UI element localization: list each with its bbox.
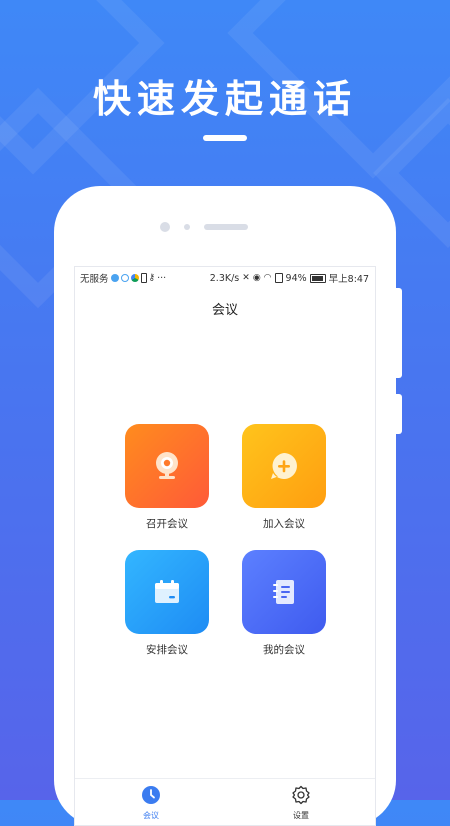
calendar-icon (155, 580, 179, 603)
battery-percent-text: 94% (285, 272, 307, 284)
app-notification-icon (110, 274, 119, 282)
join-meeting-tile[interactable]: 加入会议 (242, 424, 326, 531)
sim-icon (274, 273, 283, 283)
notebook-icon (273, 580, 294, 604)
mute-icon: ✕ (242, 273, 250, 283)
add-chat-icon (271, 453, 297, 479)
my-meetings-tile[interactable]: 我的会议 (242, 550, 326, 657)
phone-side-button (396, 288, 402, 378)
schedule-meeting-tile[interactable]: 安排会议 (125, 550, 209, 657)
phone-mockup: 无服务 ⚷ ··· 2.3K/s ✕ ◉ ◠ 94% 早上8:47 会议 召开会… (54, 186, 396, 826)
clock-icon (142, 786, 160, 804)
tab-settings-label: 设置 (293, 811, 309, 820)
page-title: 会议 (211, 303, 238, 318)
sensor-dot (184, 224, 190, 230)
app-notification-icon (130, 274, 139, 282)
my-meetings-icon-bg (242, 550, 326, 634)
gear-icon (292, 785, 310, 805)
tab-meetings-label: 会议 (143, 811, 159, 820)
my-meetings-label: 我的会议 (263, 644, 305, 656)
clock-text: 早上8:47 (328, 274, 369, 285)
key-icon: ⚷ (148, 273, 156, 283)
status-bar: 无服务 ⚷ ··· 2.3K/s ✕ ◉ ◠ 94% 早上8:47 (75, 267, 375, 287)
webcam-icon (156, 452, 178, 479)
start-meeting-tile[interactable]: 召开会议 (125, 424, 209, 531)
eye-icon: ◉ (252, 273, 261, 283)
carrier-text: 无服务 (80, 274, 109, 285)
network-speed-text: 2.3K/s (209, 272, 240, 284)
join-meeting-label: 加入会议 (263, 518, 305, 530)
start-meeting-label: 召开会议 (146, 518, 188, 530)
camera-dot (160, 222, 170, 232)
phone-side-button (396, 394, 402, 434)
wifi-icon: ◠ (263, 273, 272, 283)
more-icon: ··· (157, 272, 167, 284)
speaker-slot (204, 224, 248, 230)
schedule-meeting-label: 安排会议 (146, 644, 188, 656)
sync-icon (120, 274, 129, 282)
tab-settings[interactable]: 设置 (271, 785, 331, 821)
battery-icon (309, 273, 326, 283)
join-meeting-icon-bg (242, 424, 326, 508)
app-screen: 无服务 ⚷ ··· 2.3K/s ✕ ◉ ◠ 94% 早上8:47 会议 召开会… (74, 266, 376, 826)
schedule-meeting-icon-bg (125, 550, 209, 634)
tab-meetings[interactable]: 会议 (121, 785, 181, 821)
start-meeting-icon-bg (125, 424, 209, 508)
promo-title: 快速发起通话 (92, 77, 357, 121)
battery-saver-icon (140, 273, 147, 283)
promo-underline (203, 135, 247, 141)
bottom-tab-bar: 会议 设置 (75, 778, 375, 825)
